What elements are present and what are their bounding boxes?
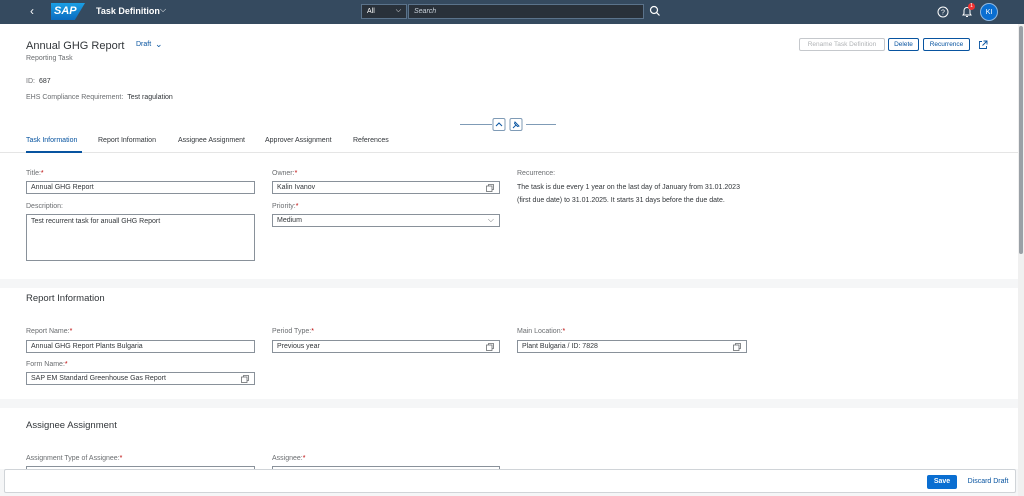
tab-assignee-assignment[interactable]: Assignee Assignment	[178, 137, 245, 144]
tab-references[interactable]: References	[353, 137, 389, 144]
shell-bar: ‹ SAP Task Definition ⌵ All ⌵ Search ? 1…	[0, 0, 1024, 24]
help-icon[interactable]: ?	[937, 6, 949, 18]
app-title[interactable]: Task Definition	[96, 6, 160, 16]
tab-task-information[interactable]: Task Information	[26, 137, 77, 144]
value-help-icon[interactable]	[733, 343, 741, 351]
value-help-icon[interactable]	[486, 343, 494, 351]
back-icon[interactable]: ‹	[30, 4, 34, 18]
search-icon[interactable]	[649, 5, 661, 17]
main-location-value: Plant Bulgaria / ID: 7828	[522, 343, 598, 350]
delete-button[interactable]: Delete	[888, 38, 919, 51]
scrollbar[interactable]	[1018, 24, 1024, 496]
period-type-value: Previous year	[277, 343, 320, 350]
priority-value: Medium	[277, 217, 302, 224]
chevron-down-icon: ⌵	[395, 7, 401, 14]
avatar[interactable]: KI	[980, 3, 998, 21]
assignment-type-label: Assignment Type of Assignee:*	[26, 455, 123, 462]
section-divider	[0, 399, 1018, 408]
share-icon[interactable]	[978, 40, 988, 50]
content-area: Title:* Annual GHG Report Description: T…	[0, 153, 1018, 469]
scrollbar-thumb[interactable]	[1019, 26, 1023, 254]
search-scope-value: All	[367, 8, 375, 15]
owner-value: Kalin Ivanov	[277, 184, 316, 191]
tab-report-information[interactable]: Report Information	[98, 137, 156, 144]
id-label: ID:	[26, 78, 35, 85]
main-location-label: Main Location:*	[517, 328, 566, 335]
section-title-assignee: Assignee Assignment	[26, 420, 117, 431]
priority-label: Priority:*	[272, 203, 299, 210]
main-location-input[interactable]: Plant Bulgaria / ID: 7828	[517, 340, 747, 353]
assignee-label: Assignee:*	[272, 455, 306, 462]
rename-task-button[interactable]: Rename Task Definition	[799, 38, 885, 51]
section-title-report: Report Information	[26, 293, 105, 304]
recurrence-text: The task is due every 1 year on the last…	[517, 184, 740, 204]
page-title: Annual GHG Report	[26, 40, 125, 52]
header-controls	[492, 118, 523, 131]
pin-header-icon[interactable]	[509, 118, 523, 131]
report-name-input[interactable]: Annual GHG Report Plants Bulgaria	[26, 340, 255, 353]
collapse-header-icon[interactable]	[492, 118, 506, 131]
section-divider	[0, 279, 1018, 288]
recurrence-label: Recurrence:	[517, 170, 556, 177]
draft-status[interactable]: Draft	[136, 41, 151, 48]
form-name-label: Form Name:*	[26, 361, 68, 368]
priority-select[interactable]: Medium ⌵	[272, 214, 500, 227]
notification-badge: 1	[968, 3, 975, 10]
save-button[interactable]: Save	[927, 475, 957, 489]
search-scope-select[interactable]: All ⌵	[361, 4, 407, 19]
form-name-input[interactable]: SAP EM Standard Greenhouse Gas Report	[26, 372, 255, 385]
owner-input[interactable]: Kalin Ivanov	[272, 181, 500, 194]
chevron-down-icon: ⌵	[487, 215, 494, 224]
requirement-value: Test ragulation	[127, 94, 173, 101]
period-type-input[interactable]: Previous year	[272, 340, 500, 353]
svg-text:?: ?	[941, 10, 945, 17]
requirement-row: EHS Compliance Requirement: Test ragulati…	[26, 94, 173, 101]
divider	[526, 124, 556, 125]
title-label: Title:*	[26, 170, 44, 177]
id-row: ID: 687	[26, 78, 51, 85]
report-name-label: Report Name:*	[26, 328, 73, 335]
title-input[interactable]: Annual GHG Report	[26, 181, 255, 194]
recurrence-button[interactable]: Recurrence	[923, 38, 970, 51]
form-name-value: SAP EM Standard Greenhouse Gas Report	[31, 375, 166, 382]
object-header: Annual GHG Report Draft ⌄ Reporting Task…	[0, 24, 1018, 153]
sap-logo[interactable]: SAP	[51, 3, 85, 20]
chevron-down-icon[interactable]: ⌵	[160, 5, 166, 15]
chevron-down-icon[interactable]: ⌄	[155, 39, 163, 50]
period-type-label: Period Type:*	[272, 328, 314, 335]
discard-draft-button[interactable]: Discard Draft	[963, 475, 1013, 489]
value-help-icon[interactable]	[241, 375, 249, 383]
requirement-label: EHS Compliance Requirement:	[26, 94, 124, 101]
tab-approver-assignment[interactable]: Approver Assignment	[265, 137, 332, 144]
divider	[460, 124, 492, 125]
description-label: Description:	[26, 203, 63, 210]
search-input[interactable]: Search	[408, 4, 644, 19]
description-textarea[interactable]: Test recurrent task for anuall GHG Repor…	[26, 214, 255, 261]
footer-toolbar: Save Discard Draft	[4, 469, 1016, 493]
owner-label: Owner:*	[272, 170, 298, 177]
id-value: 687	[38, 78, 51, 85]
tab-bar: Task Information Report Information Assi…	[0, 136, 1018, 153]
value-help-icon[interactable]	[486, 184, 494, 192]
page-subtitle: Reporting Task	[26, 55, 73, 62]
